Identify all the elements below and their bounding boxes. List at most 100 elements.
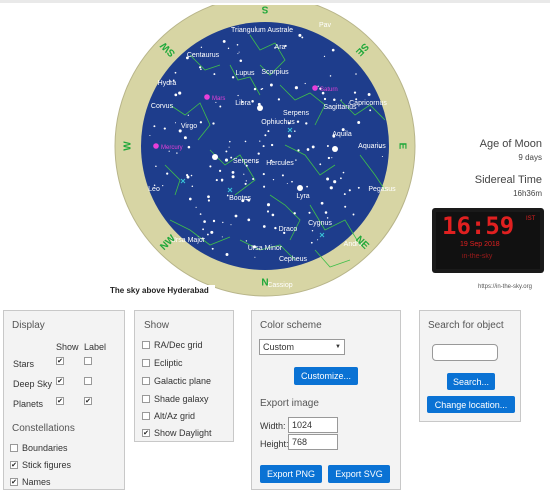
stick-figures-checkbox[interactable]: ✔ bbox=[10, 461, 18, 469]
stick-figures-option[interactable]: ✔ Stick figures bbox=[10, 460, 71, 470]
star bbox=[319, 163, 322, 166]
search-input[interactable] bbox=[432, 344, 498, 361]
constellation-label: Corvus bbox=[151, 103, 174, 110]
star bbox=[304, 82, 306, 85]
constellation-label: Ophiuchus bbox=[261, 119, 295, 126]
shade-galaxy-checkbox[interactable] bbox=[142, 395, 150, 403]
star bbox=[357, 121, 361, 124]
display-deepsky-label: Deep Sky bbox=[13, 379, 53, 389]
stars-label-checkbox[interactable] bbox=[84, 357, 92, 365]
star bbox=[342, 171, 345, 174]
deepsky-label-checkbox[interactable] bbox=[84, 377, 92, 385]
deepsky-show-checkbox[interactable]: ✔ bbox=[56, 377, 64, 385]
bright-star bbox=[297, 185, 303, 191]
customize-button[interactable]: Customize... bbox=[294, 367, 358, 385]
ecliptic-option[interactable]: Ecliptic bbox=[142, 358, 183, 368]
star bbox=[238, 51, 240, 53]
star bbox=[266, 210, 270, 213]
star bbox=[331, 48, 335, 52]
digital-clock: 16:59 IST 19 Sep 2018 in-the-sky bbox=[432, 208, 544, 273]
star bbox=[245, 240, 248, 242]
altaz-option[interactable]: Alt/Az grid bbox=[142, 411, 195, 421]
export-png-button[interactable]: Export PNG bbox=[260, 465, 322, 483]
star bbox=[153, 125, 156, 128]
star bbox=[210, 230, 214, 234]
star bbox=[212, 122, 215, 125]
constellation-label: Ara bbox=[275, 44, 286, 51]
bright-star bbox=[212, 154, 218, 160]
star bbox=[271, 213, 275, 217]
scheme-panel: Color scheme Custom ▼ Customize... Expor… bbox=[251, 310, 401, 490]
planets-show-checkbox[interactable]: ✔ bbox=[56, 397, 64, 405]
search-button[interactable]: Search... bbox=[447, 373, 495, 390]
altaz-checkbox[interactable] bbox=[142, 412, 150, 420]
radec-checkbox[interactable] bbox=[142, 341, 150, 349]
star bbox=[298, 33, 302, 37]
compass-e: E bbox=[397, 143, 408, 150]
star bbox=[247, 218, 251, 222]
planets-label-checkbox[interactable]: ✔ bbox=[84, 397, 92, 405]
star bbox=[200, 68, 202, 71]
shade-galaxy-option[interactable]: Shade galaxy bbox=[142, 394, 209, 404]
scheme-select[interactable]: Custom ▼ bbox=[259, 339, 345, 355]
names-option[interactable]: ✔ Names bbox=[10, 477, 51, 487]
star bbox=[291, 180, 293, 183]
sky-map[interactable]: Triangulum Australe Ara Centaurus Lupus Scor… bbox=[110, 5, 420, 305]
display-planets-label: Planets bbox=[13, 399, 44, 409]
galactic-checkbox[interactable] bbox=[142, 377, 150, 385]
credit-link[interactable]: https://in-the-sky.org bbox=[478, 284, 532, 290]
stars-show-checkbox[interactable]: ✔ bbox=[56, 357, 64, 365]
star bbox=[266, 203, 271, 207]
search-panel: Search for object Search... Change locat… bbox=[419, 310, 521, 422]
names-checkbox[interactable]: ✔ bbox=[10, 478, 18, 486]
radec-option[interactable]: RA/Dec grid bbox=[142, 340, 203, 350]
star bbox=[277, 98, 281, 101]
star bbox=[353, 91, 357, 94]
ecliptic-checkbox[interactable] bbox=[142, 359, 150, 367]
change-location-button[interactable]: Change location... bbox=[427, 396, 515, 413]
star bbox=[333, 180, 337, 184]
star bbox=[269, 83, 273, 87]
constellation-label: Virgo bbox=[181, 123, 197, 130]
bright-star bbox=[332, 146, 338, 152]
star bbox=[270, 143, 274, 147]
star bbox=[264, 134, 267, 137]
sidereal-time: Sidereal Time 16h36m bbox=[475, 174, 542, 198]
star bbox=[174, 93, 178, 97]
star bbox=[294, 130, 296, 132]
daylight-option[interactable]: ✔ Show Daylight bbox=[142, 428, 212, 438]
galactic-option[interactable]: Galactic plane bbox=[142, 376, 211, 386]
star bbox=[215, 179, 218, 182]
boundaries-label: Boundaries bbox=[22, 443, 68, 453]
height-input[interactable]: 768 bbox=[288, 434, 338, 450]
star bbox=[219, 105, 222, 108]
star bbox=[305, 122, 308, 125]
star bbox=[176, 152, 178, 154]
display-title: Display bbox=[12, 320, 45, 331]
boundaries-option[interactable]: Boundaries bbox=[10, 443, 68, 453]
width-input[interactable]: 1024 bbox=[288, 417, 338, 433]
star bbox=[199, 121, 203, 124]
star bbox=[227, 47, 230, 50]
star bbox=[215, 101, 217, 103]
top-border bbox=[0, 0, 550, 3]
constellation-label: Serpens bbox=[233, 158, 260, 165]
daylight-checkbox[interactable]: ✔ bbox=[142, 429, 150, 437]
star bbox=[306, 185, 308, 188]
export-svg-button[interactable]: Export SVG bbox=[328, 465, 390, 483]
planet-marker bbox=[153, 143, 159, 149]
star bbox=[327, 156, 331, 160]
map-caption: The sky above Hyderabad bbox=[104, 285, 215, 296]
star bbox=[234, 214, 238, 218]
star bbox=[295, 159, 297, 161]
star bbox=[212, 219, 216, 223]
constellation-label: Capricornus bbox=[349, 100, 387, 107]
star bbox=[310, 241, 313, 244]
star bbox=[211, 247, 214, 250]
star bbox=[221, 180, 223, 183]
boundaries-checkbox[interactable] bbox=[10, 444, 18, 452]
star bbox=[344, 205, 347, 208]
search-title: Search for object bbox=[428, 320, 504, 331]
star bbox=[340, 177, 342, 180]
star bbox=[281, 174, 284, 177]
